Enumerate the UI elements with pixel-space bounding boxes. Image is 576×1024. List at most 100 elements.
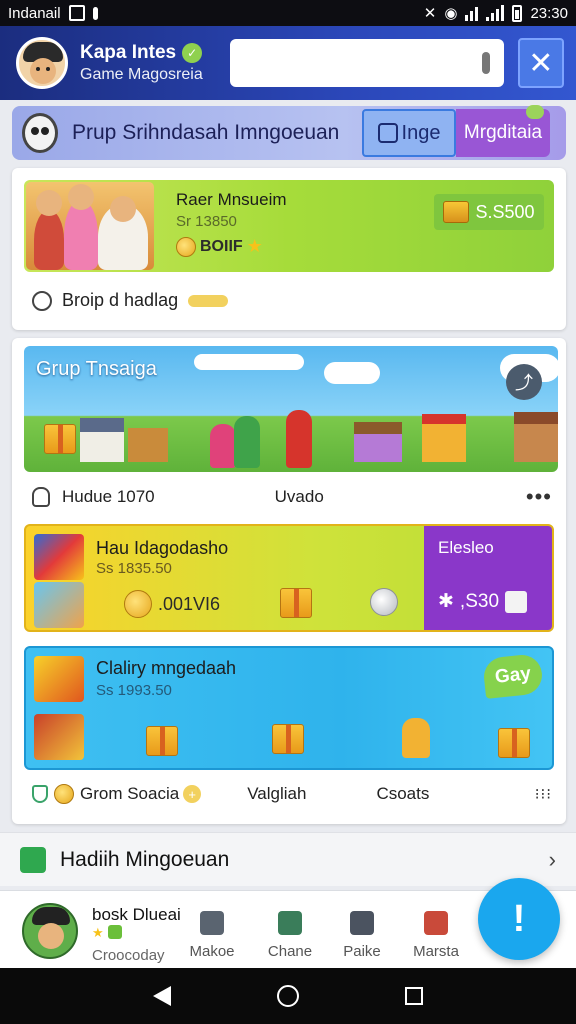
group-bar: Prup Srihndasah Imngoeuan Inge Mrgditaia (12, 105, 566, 160)
chest-icon (443, 201, 470, 223)
search-heart-icon (32, 290, 52, 311)
hand-icon (32, 487, 50, 507)
game-thumbnail (34, 534, 84, 580)
tab-inge[interactable]: Inge (362, 109, 456, 157)
badge-icon (107, 925, 122, 939)
rewards-row[interactable]: Hadiih Mingoeuan › (0, 832, 576, 886)
nav-paike[interactable]: Paike (330, 911, 394, 960)
recents-icon[interactable] (405, 987, 423, 1005)
plus-icon[interactable]: + (183, 785, 202, 803)
family-photo (26, 182, 154, 270)
sparkle-icon: ✱ (438, 591, 454, 612)
game-thumbnail (34, 582, 84, 628)
gift-icon (20, 846, 46, 873)
gift-icon (280, 588, 312, 618)
nav-makoe-label: Makoe (189, 943, 235, 960)
close-button[interactable]: ✕ (517, 38, 564, 88)
group-footer-mid[interactable]: Valgliah (247, 784, 306, 804)
group-banner-title: Grup Tnsaiga (36, 358, 157, 380)
offer1-side-price: ,S30 (459, 590, 500, 612)
offer2-badge-button[interactable]: Gay (482, 653, 544, 699)
chevron-right-icon: › (548, 846, 556, 872)
featured-banner[interactable]: Raer Mnsueim Sr 13850 BOIIF ★ S.S500 (24, 180, 554, 272)
offer-card-1[interactable]: Hau Idagodasho Ss 1835.50 .001VI6 Elesle… (24, 524, 554, 632)
group-meta-left: Hudue 1070 (62, 487, 155, 506)
user-subtitle: Croocoday (92, 947, 165, 964)
tab-mrgditaia[interactable]: Mrgditaia (456, 105, 550, 157)
app-header: Kapa Intes ✓ Game Magosreia ✕ (0, 26, 576, 100)
group-footer-right[interactable]: Csoats (376, 784, 429, 804)
notification-badge (526, 105, 544, 119)
microphone-icon[interactable] (481, 52, 490, 74)
group-banner[interactable]: Grup Tnsaiga ⤴ (24, 346, 558, 472)
system-nav-bar (0, 968, 576, 1024)
character-icon (402, 718, 430, 758)
group-title: Prup Srihndasah Imngoeuan (72, 121, 340, 144)
profile-name: Kapa Intes (80, 42, 177, 63)
alert-fab-button[interactable]: ! (478, 878, 560, 960)
alert-icon (92, 6, 98, 20)
featured-title: Raer Mnsueim (176, 190, 287, 209)
nav-marsta-label: Marsta (413, 943, 459, 960)
featured-price-button[interactable]: S.S500 (434, 194, 544, 230)
wifi-icon (465, 5, 479, 21)
notification-icon (68, 5, 85, 21)
rewards-label: Hadiih Mingoeuan (60, 847, 230, 871)
silver-coin-icon (370, 588, 398, 616)
video-icon (424, 911, 448, 935)
star-icon: ★ (92, 925, 104, 940)
offer1-title: Hau Idagodasho (96, 538, 229, 558)
nav-paike-label: Paike (343, 943, 381, 960)
coin-icon (54, 784, 74, 804)
more-icon[interactable]: ⁝⁝⁝ (535, 785, 552, 803)
nav-makoe[interactable]: Makoe (180, 911, 244, 960)
arrows-icon (278, 911, 302, 935)
user-avatar[interactable] (22, 903, 78, 959)
bag-icon (505, 590, 528, 613)
shield-icon (32, 785, 48, 803)
home-icon[interactable] (277, 985, 299, 1007)
offer1-subtitle: Ss 1835.50 (96, 560, 172, 577)
progress-pill (188, 294, 229, 307)
clock: 23:30 (530, 4, 568, 22)
star-icon: ★ (246, 236, 263, 256)
ghost-icon (22, 113, 58, 153)
chart-icon (200, 911, 224, 935)
nav-chane-label: Chane (267, 943, 313, 960)
user-name: bosk Dlueai (92, 905, 181, 924)
offer2-subtitle: Ss 1993.50 (96, 682, 172, 699)
offer2-title: Claliry mngedaah (96, 658, 237, 678)
gift-icon (146, 726, 178, 756)
carrier-label: Indanail (8, 4, 61, 22)
share-icon[interactable]: ⤴ (506, 364, 542, 400)
nav-chane[interactable]: Chane (258, 911, 322, 960)
signal-icon (486, 5, 505, 21)
gift-icon (272, 724, 304, 754)
profile-subtitle: Game Magosreia (80, 66, 203, 83)
game-thumbnail (34, 656, 84, 702)
offer1-side-panel[interactable]: Elesleo ✱ ,S30 (424, 526, 552, 630)
offer-card-2[interactable]: Claliry mngedaah Ss 1993.50 Gay (24, 646, 554, 770)
featured-price: S.S500 (475, 201, 535, 222)
mute-icon: ✕ (423, 5, 437, 22)
group-footer-left[interactable]: Grom Soacia (80, 784, 179, 804)
featured-card: Raer Mnsueim Sr 13850 BOIIF ★ S.S500 Bro… (12, 168, 566, 330)
star-outline-icon (350, 911, 374, 935)
grid-icon (377, 123, 398, 143)
group-meta-mid: Uvado (274, 487, 324, 506)
tab-mrgditaia-label: Mrgditaia (463, 122, 543, 143)
profile-avatar[interactable] (16, 37, 68, 89)
alarm-icon: ◉ (444, 5, 458, 22)
featured-subtitle: Sr 13850 (176, 213, 237, 230)
back-icon[interactable] (153, 986, 171, 1006)
offer1-coins: .001VI6 (158, 593, 221, 614)
verified-icon: ✓ (182, 43, 203, 63)
nav-marsta[interactable]: Marsta (404, 911, 468, 960)
group-card: Grup Tnsaiga ⤴ Hudue 1070 Uvado ••• Hau … (12, 338, 566, 824)
featured-coins: BOIIF (200, 237, 243, 255)
more-options-icon[interactable]: ••• (526, 484, 552, 510)
coin-icon (124, 590, 152, 618)
game-thumbnail (34, 714, 84, 760)
search-input[interactable] (229, 39, 504, 87)
featured-footer-text[interactable]: Broip d hadlag (62, 290, 178, 311)
